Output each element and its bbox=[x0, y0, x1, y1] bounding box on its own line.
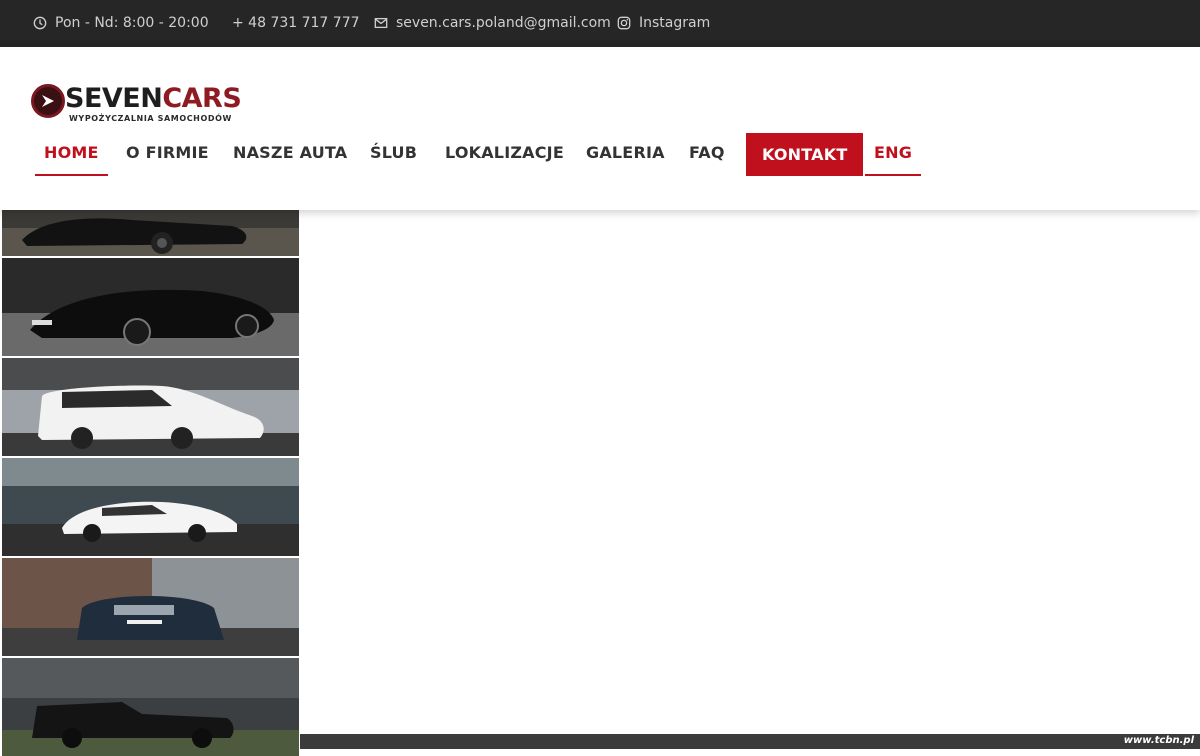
nav-eng[interactable]: ENG bbox=[865, 133, 922, 176]
nav-home[interactable]: HOME bbox=[35, 133, 108, 176]
logo-wordmark: SEVENCARS bbox=[65, 83, 242, 115]
logo-word-seven: SEVEN bbox=[65, 83, 163, 114]
logo-word-cars: CARS bbox=[162, 83, 242, 114]
gallery-thumb-2[interactable] bbox=[2, 258, 299, 356]
phone-text: + 48 731 717 777 bbox=[232, 15, 360, 31]
email-link[interactable]: seven.cars.poland@gmail.com bbox=[374, 15, 611, 31]
site-header: SEVENCARS WYPOŻYCZALNIA SAMOCHODÓW HOME … bbox=[0, 47, 1200, 210]
car-photo-4 bbox=[2, 458, 299, 556]
instagram-link[interactable]: Instagram bbox=[617, 15, 710, 31]
car-photo-3 bbox=[2, 358, 299, 456]
nav-lokalizacje[interactable]: LOKALIZACJE bbox=[445, 133, 564, 176]
phone-link[interactable]: + 48 731 717 777 bbox=[232, 15, 360, 31]
top-info-bar: Pon - Nd: 8:00 - 20:00 + 48 731 717 777 … bbox=[0, 0, 1200, 47]
car-photo-5 bbox=[2, 558, 299, 656]
clock-icon bbox=[33, 16, 47, 30]
email-text: seven.cars.poland@gmail.com bbox=[396, 15, 611, 31]
instagram-icon bbox=[617, 16, 631, 30]
nav-kontakt-button[interactable]: KONTAKT bbox=[746, 133, 864, 176]
instagram-text: Instagram bbox=[639, 15, 711, 31]
car-photo-2 bbox=[2, 258, 299, 356]
gallery-thumb-4[interactable] bbox=[2, 458, 299, 556]
logo-tagline: WYPOŻYCZALNIA SAMOCHODÓW bbox=[69, 114, 232, 123]
gallery-thumb-5[interactable] bbox=[2, 558, 299, 656]
opening-hours: Pon - Nd: 8:00 - 20:00 bbox=[33, 15, 209, 31]
logo-mark-icon bbox=[31, 84, 65, 118]
nav-galeria[interactable]: GALERIA bbox=[586, 133, 665, 176]
opening-hours-text: Pon - Nd: 8:00 - 20:00 bbox=[55, 15, 209, 31]
nav-faq[interactable]: FAQ bbox=[689, 133, 725, 176]
envelope-icon bbox=[374, 17, 388, 29]
gallery-thumb-3[interactable] bbox=[2, 358, 299, 456]
car-photo-6 bbox=[2, 658, 299, 756]
nav-o-firmie[interactable]: O FIRMIE bbox=[126, 133, 209, 176]
credit-link[interactable]: www.tcbn.pl bbox=[1124, 735, 1194, 746]
nav-nasze-auta[interactable]: NASZE AUTA bbox=[233, 133, 347, 176]
footer-strip bbox=[300, 734, 1200, 749]
gallery-thumb-6[interactable] bbox=[2, 658, 299, 756]
nav-slub[interactable]: ŚLUB bbox=[370, 133, 417, 176]
logo[interactable]: SEVENCARS WYPOŻYCZALNIA SAMOCHODÓW bbox=[31, 82, 242, 127]
